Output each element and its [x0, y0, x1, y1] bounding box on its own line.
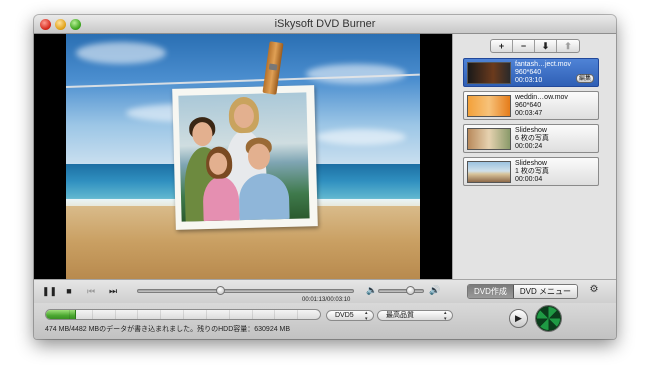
status-text: 474 MB/4482 MBのデータが書き込まれました。残りのHDD容量：630…	[45, 326, 291, 333]
usage-tick	[297, 310, 299, 319]
playback-controls: ❚❚ ■ ⏮ ⏭ 00:01:13/00:03:10 🔈 🔊 DVD作成 DVD…	[34, 279, 616, 303]
title-bar: iSkysoft DVD Burner	[34, 15, 616, 34]
item-duration: 00:00:04	[515, 176, 543, 183]
media-sidebar: + − ⬇ ⬆ fantash…ject.mov 960*640 00:03:1…	[452, 34, 616, 279]
window-title: iSkysoft DVD Burner	[274, 18, 376, 30]
add-button[interactable]: +	[491, 40, 513, 52]
usage-tick	[183, 310, 184, 319]
move-up-button[interactable]: ⬆	[557, 40, 579, 52]
usage-tick	[160, 310, 162, 319]
burn-button[interactable]	[536, 306, 561, 331]
item-resolution: 960*640	[515, 69, 542, 76]
item-duration: 00:00:24	[515, 143, 543, 150]
item-photo-count: 6 枚の写真	[515, 135, 549, 142]
hanging-photo	[172, 85, 318, 230]
photo-thumbnail	[467, 128, 511, 150]
list-item[interactable]: fantash…ject.mov 960*640 00:03:10 編集	[463, 58, 599, 87]
previous-icon[interactable]: ⏮	[85, 285, 97, 297]
item-photo-count: 1 枚の写真	[515, 168, 549, 175]
item-name: weddin…ow.mov	[515, 94, 568, 101]
usage-tick	[251, 310, 253, 319]
volume-low-icon: 🔈	[366, 285, 378, 295]
tab-dvd-menu[interactable]: DVD メニュー	[513, 285, 578, 298]
mode-tabs: DVD作成 DVD メニュー	[467, 284, 579, 299]
item-name: Slideshow	[515, 127, 547, 134]
video-preview	[34, 34, 452, 279]
burn-bar: 474 MB/4482 MBのデータが書き込まれました。残りのHDD容量：630…	[34, 303, 616, 339]
usage-tick	[68, 310, 70, 319]
media-list: fantash…ject.mov 960*640 00:03:10 編集 wed…	[459, 58, 611, 190]
seek-knob[interactable]	[215, 286, 225, 295]
preview-play-button[interactable]: ▶	[509, 309, 528, 328]
move-down-button[interactable]: ⬇	[535, 40, 557, 52]
quality-select[interactable]: 最高品質	[377, 310, 453, 322]
remove-button[interactable]: −	[513, 40, 535, 52]
item-name: fantash…ject.mov	[515, 61, 572, 68]
next-icon[interactable]: ⏭	[107, 285, 119, 297]
usage-tick	[137, 310, 139, 319]
volume-high-icon: 🔊	[429, 285, 441, 295]
preview-frame	[66, 34, 420, 279]
disc-usage-fill	[46, 310, 77, 319]
edit-button[interactable]: 編集	[576, 74, 594, 83]
pause-icon[interactable]: ❚❚	[42, 285, 57, 297]
usage-tick	[274, 310, 276, 319]
disc-type-select[interactable]: DVD5	[326, 310, 374, 322]
video-thumbnail	[467, 62, 511, 84]
list-item[interactable]: weddin…ow.mov 960*640 00:03:47	[463, 91, 599, 120]
photo-thumbnail	[467, 161, 511, 183]
list-item[interactable]: Slideshow 1 枚の写真 00:00:04	[463, 157, 599, 186]
item-resolution: 960*640	[515, 102, 542, 109]
list-item[interactable]: Slideshow 6 枚の写真 00:00:24	[463, 124, 599, 153]
video-thumbnail	[467, 95, 511, 117]
seek-slider[interactable]	[137, 286, 354, 295]
stop-icon[interactable]: ■	[63, 285, 75, 297]
usage-tick	[228, 310, 230, 319]
item-name: Slideshow	[515, 160, 547, 167]
usage-tick	[205, 310, 207, 319]
item-duration: 00:03:47	[515, 110, 543, 117]
usage-tick	[91, 310, 93, 319]
usage-tick	[114, 310, 116, 319]
disc-settings-icon[interactable]: ⚙	[586, 284, 602, 298]
app-window: iSkysoft DVD Burner + − ⬇ ⬆ fantash…ject…	[34, 15, 616, 339]
item-duration: 00:03:10	[515, 77, 543, 84]
disc-usage-bar	[45, 309, 321, 320]
volume-slider[interactable]	[378, 286, 424, 295]
volume-knob[interactable]	[405, 286, 415, 295]
list-toolbar: + − ⬇ ⬆	[490, 39, 580, 53]
tab-dvd-create[interactable]: DVD作成	[468, 285, 514, 298]
